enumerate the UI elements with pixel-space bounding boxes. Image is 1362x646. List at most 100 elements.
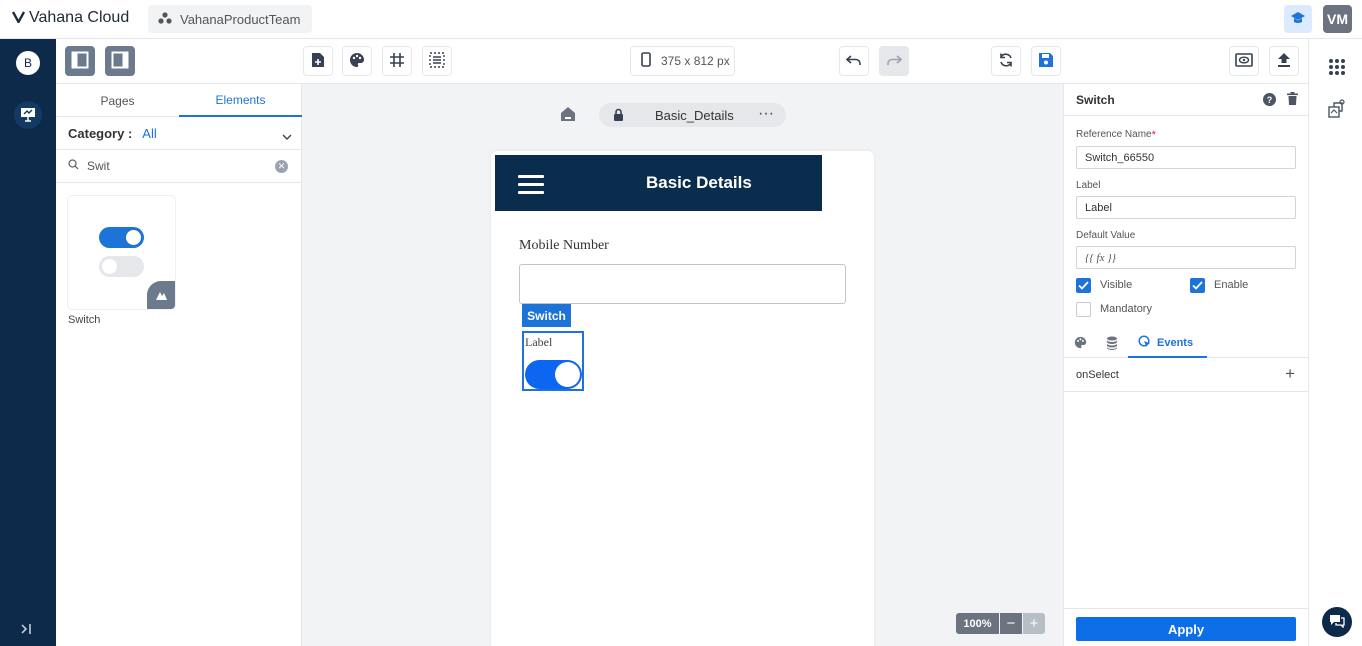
search-input[interactable]: Swit xyxy=(87,159,110,173)
app-header-title: Basic Details xyxy=(646,173,752,192)
category-label: Category : xyxy=(68,125,133,141)
category-selector[interactable]: Category : All xyxy=(56,117,302,150)
delete-icon[interactable] xyxy=(1287,92,1298,108)
switch-on-preview xyxy=(99,227,144,248)
apply-button[interactable]: Apply xyxy=(1076,617,1296,641)
refresh-button[interactable] xyxy=(991,46,1021,76)
switch-off-preview xyxy=(99,256,144,277)
select-area-button[interactable] xyxy=(422,46,452,76)
enable-checkbox[interactable] xyxy=(1190,278,1205,293)
workspace-avatar[interactable]: B xyxy=(16,51,40,75)
app-header[interactable]: Basic Details xyxy=(495,155,822,211)
reference-name-label: Reference Name* xyxy=(1076,129,1156,141)
selected-element-tag: Switch xyxy=(522,304,571,327)
switch-element-card[interactable] xyxy=(68,196,175,309)
reference-name-input[interactable]: Switch_66550 xyxy=(1076,146,1296,169)
mobile-preview: Basic Details Mobile Number Switch Label xyxy=(491,151,874,646)
team-selector[interactable]: VahanaProductTeam xyxy=(148,5,313,33)
mandatory-checkbox[interactable] xyxy=(1076,302,1091,317)
top-bar: Vahana Cloud VahanaProductTeam VM xyxy=(0,0,1362,39)
apps-grid-icon[interactable] xyxy=(1329,59,1345,75)
user-avatar[interactable]: VM xyxy=(1323,5,1352,33)
switch-element-label: Switch xyxy=(68,314,101,326)
help-icon[interactable]: ? xyxy=(1263,93,1276,106)
team-icon xyxy=(158,11,172,27)
switch-toggle[interactable] xyxy=(525,360,582,389)
data-tab-database-icon[interactable] xyxy=(1106,336,1118,353)
page-name: Basic_Details xyxy=(655,108,734,123)
event-name: onSelect xyxy=(1076,369,1119,381)
enable-label: Enable xyxy=(1214,279,1249,291)
tab-pages[interactable]: Pages xyxy=(56,84,179,117)
style-tab-palette-icon[interactable] xyxy=(1074,336,1087,352)
zoom-out-button[interactable]: − xyxy=(1000,613,1022,634)
publish-button[interactable] xyxy=(1269,46,1299,76)
save-icon xyxy=(1038,52,1054,71)
undo-button[interactable] xyxy=(839,46,869,76)
app-builder-button[interactable] xyxy=(14,101,42,129)
theme-button[interactable] xyxy=(342,46,372,76)
switch-label: Label xyxy=(525,335,553,349)
device-size-selector[interactable]: 375 x 812 px xyxy=(630,46,735,76)
zoom-in-button[interactable]: + xyxy=(1023,613,1045,634)
element-search: Swit ✕ xyxy=(56,150,302,183)
properties-header: Switch ? xyxy=(1064,84,1309,116)
visible-label: Visible xyxy=(1100,279,1133,291)
events-cursor-icon xyxy=(1138,335,1151,351)
redo-button[interactable] xyxy=(879,46,909,76)
clear-search-icon[interactable]: ✕ xyxy=(275,160,288,173)
app-logo[interactable]: Vahana Cloud xyxy=(11,9,130,27)
hamburger-menu-icon[interactable] xyxy=(518,175,544,199)
preview-icon xyxy=(1235,52,1253,70)
tab-elements[interactable]: Elements xyxy=(179,84,302,117)
panel-tabs: Pages Elements xyxy=(56,84,302,117)
add-file-icon xyxy=(311,52,325,71)
visible-checkbox[interactable] xyxy=(1076,278,1091,293)
event-row-onselect[interactable]: onSelect + xyxy=(1064,358,1309,392)
properties-panel: Switch ? Reference Name* Switch_66550 La… xyxy=(1063,84,1309,646)
search-icon xyxy=(68,159,79,173)
redo-icon xyxy=(886,54,903,69)
expand-rail-icon[interactable] xyxy=(20,623,33,638)
properties-footer: Apply xyxy=(1064,608,1309,646)
label-field-label: Label xyxy=(1076,180,1101,191)
add-event-icon[interactable]: + xyxy=(1285,364,1295,384)
zoom-control: 100% − + xyxy=(956,613,1045,634)
toggle-left-panel-button[interactable] xyxy=(65,46,95,76)
category-value: All xyxy=(142,125,157,141)
mobile-number-label: Mobile Number xyxy=(519,238,609,253)
more-options-icon[interactable]: ··· xyxy=(758,105,774,123)
properties-title: Switch xyxy=(1076,93,1115,107)
switch-component[interactable]: Label xyxy=(522,331,584,391)
grid-icon xyxy=(389,52,405,71)
chevron-down-icon xyxy=(282,128,292,143)
chat-button[interactable] xyxy=(1322,607,1352,637)
team-name: VahanaProductTeam xyxy=(180,11,301,27)
label-input[interactable]: Label xyxy=(1076,196,1296,219)
left-panel-icon xyxy=(71,51,89,72)
learning-button[interactable] xyxy=(1284,5,1312,33)
integration-icon[interactable] xyxy=(1328,99,1346,122)
phone-icon xyxy=(641,52,651,70)
right-rail xyxy=(1308,39,1362,646)
tab-events[interactable]: Events xyxy=(1128,330,1207,358)
home-icon[interactable] xyxy=(560,106,576,125)
toolbar: 375 x 812 px xyxy=(56,39,1308,84)
preview-button[interactable] xyxy=(1229,46,1259,76)
graduation-cap-icon xyxy=(1290,11,1306,28)
mandatory-label: Mandatory xyxy=(1100,303,1152,315)
save-button[interactable] xyxy=(1031,46,1061,76)
grid-button[interactable] xyxy=(382,46,412,76)
elements-panel: Pages Elements Category : All Swit ✕ Swi… xyxy=(56,84,302,646)
presentation-icon xyxy=(20,106,36,125)
left-rail: B xyxy=(0,39,56,646)
refresh-icon xyxy=(998,52,1014,71)
mobile-number-input[interactable] xyxy=(519,264,846,304)
add-page-button[interactable] xyxy=(303,46,333,76)
default-value-input[interactable]: {{ fx }} xyxy=(1076,246,1296,269)
undo-icon xyxy=(845,54,862,69)
app-name: Vahana Cloud xyxy=(29,9,130,26)
toggle-right-panel-button[interactable] xyxy=(105,46,135,76)
page-selector[interactable]: Basic_Details ··· xyxy=(599,103,786,127)
default-value-label: Default Value xyxy=(1076,230,1136,241)
